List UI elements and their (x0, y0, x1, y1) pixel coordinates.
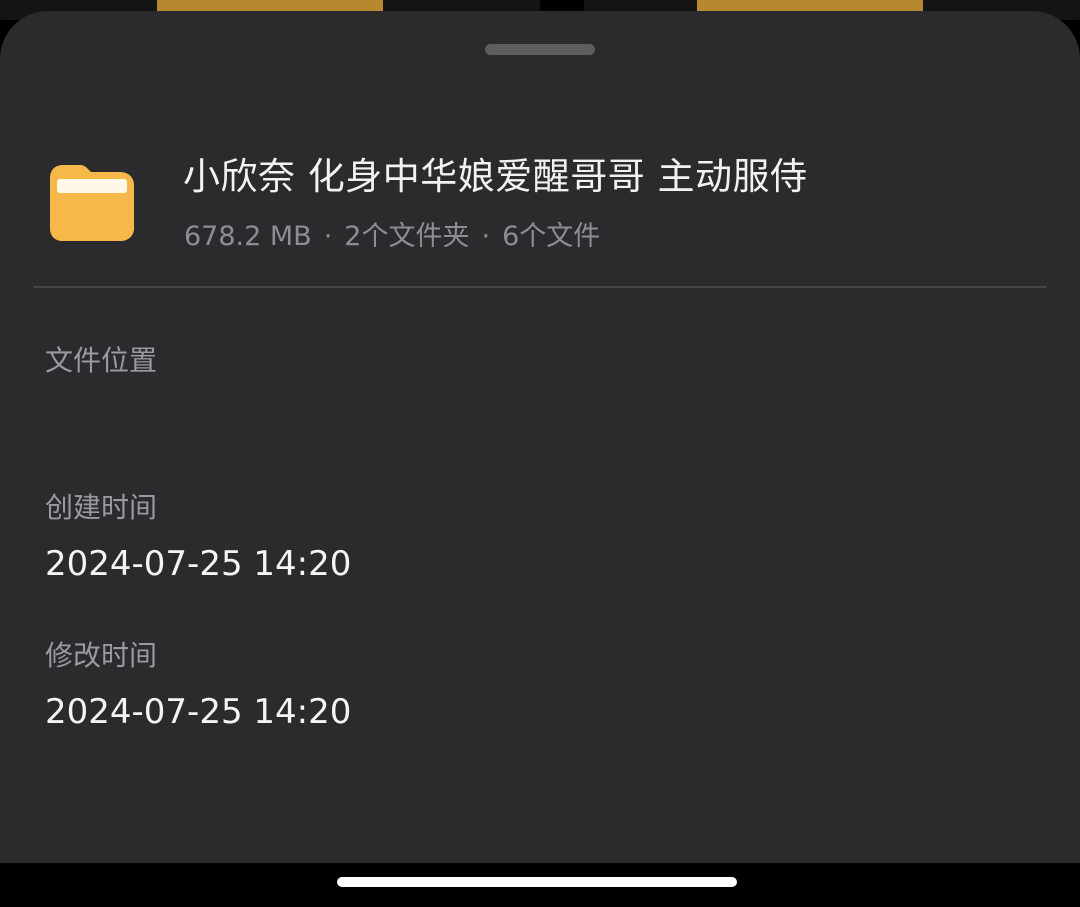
created-time-label: 创建时间 (45, 491, 158, 524)
folder-count: 2个文件夹 (344, 221, 470, 252)
home-indicator[interactable] (337, 877, 737, 887)
folder-icon (50, 165, 134, 241)
file-location-label: 文件位置 (45, 344, 158, 377)
system-navigation-bar (0, 863, 1080, 907)
meta-separator: · (323, 221, 333, 252)
modified-time-value: 2024-07-25 14:20 (45, 692, 352, 732)
drag-handle[interactable] (485, 44, 595, 55)
divider (33, 286, 1047, 288)
folder-details-sheet: 小欣奈 化身中华娘爱醒哥哥 主动服侍 678.2 MB · 2个文件夹 · 6个文件 (0, 11, 1080, 863)
created-time-value: 2024-07-25 14:20 (45, 544, 352, 584)
folder-size: 678.2 MB (184, 221, 312, 252)
file-count: 6个文件 (502, 221, 601, 252)
folder-meta: 678.2 MB · 2个文件夹 · 6个文件 (184, 214, 600, 253)
modified-time-label: 修改时间 (45, 639, 158, 672)
meta-separator: · (481, 221, 491, 252)
folder-title: 小欣奈 化身中华娘爱醒哥哥 主动服侍 (183, 155, 808, 198)
